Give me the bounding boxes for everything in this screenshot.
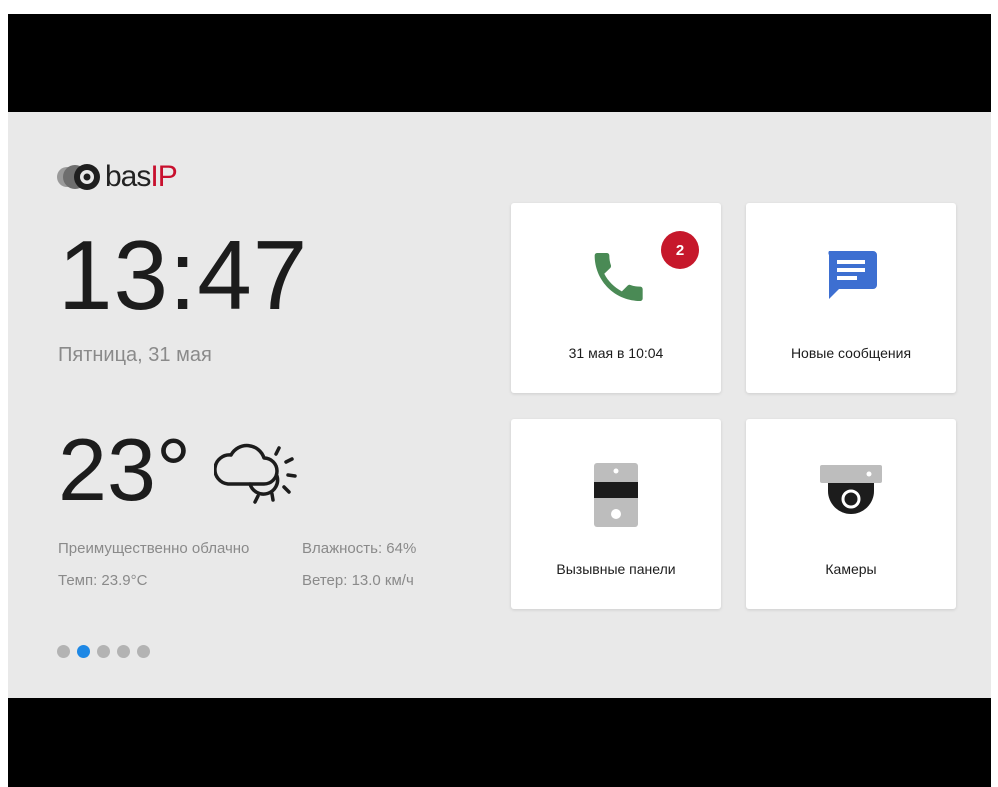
tile-cameras[interactable]: Камеры bbox=[746, 419, 956, 609]
door-panel-icon bbox=[594, 463, 638, 527]
weather-wind: Ветер: 13.0 км/ч bbox=[302, 572, 414, 589]
phone-icon bbox=[594, 253, 643, 301]
missed-calls-badge: 2 bbox=[661, 231, 699, 269]
weather-condition: Преимущественно облачно bbox=[58, 540, 250, 557]
page-dot[interactable] bbox=[57, 645, 70, 658]
camera-icon bbox=[820, 465, 882, 514]
page-dot[interactable] bbox=[97, 645, 110, 658]
message-icon bbox=[828, 251, 877, 299]
partly-cloudy-icon bbox=[213, 434, 308, 513]
logo-wordmark: basIP bbox=[105, 160, 178, 193]
letterbox-top bbox=[8, 14, 991, 112]
logo-mark-icon bbox=[57, 164, 100, 190]
weather-temperature: 23° bbox=[58, 420, 192, 519]
home-screen: basIP 13:47 Пятница, 31 мая 23° Преимуще… bbox=[8, 112, 991, 698]
page-indicator[interactable] bbox=[57, 645, 150, 658]
tile-calls[interactable]: 2 31 мая в 10:04 bbox=[511, 203, 721, 393]
tile-messages-label: Новые сообщения bbox=[790, 345, 912, 361]
tile-door-panels-label: Вызывные панели bbox=[556, 561, 676, 577]
tile-door-panels[interactable]: Вызывные панели bbox=[511, 419, 721, 609]
clock-date: Пятница, 31 мая bbox=[58, 344, 212, 366]
page-dot-active[interactable] bbox=[77, 645, 90, 658]
page-dot[interactable] bbox=[137, 645, 150, 658]
weather-humidity: Влажность: 64% bbox=[302, 540, 417, 557]
bas-ip-logo: basIP bbox=[57, 160, 178, 194]
letterbox-bottom bbox=[8, 698, 991, 787]
clock-time: 13:47 bbox=[58, 220, 309, 330]
page-dot[interactable] bbox=[117, 645, 130, 658]
weather-temp-detail: Темп: 23.9°C bbox=[58, 572, 148, 589]
tile-messages[interactable]: Новые сообщения bbox=[746, 203, 956, 393]
tile-cameras-label: Камеры bbox=[825, 561, 877, 577]
tile-calls-label: 31 мая в 10:04 bbox=[568, 345, 664, 361]
